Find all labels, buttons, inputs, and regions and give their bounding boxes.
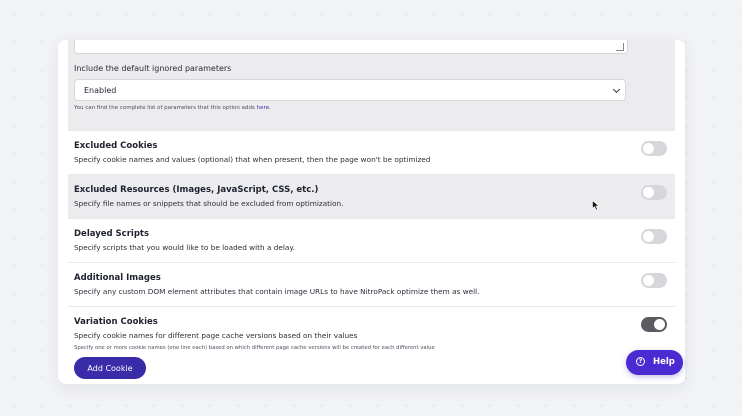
parameters-hint: You can find the complete list of parame… [74, 105, 271, 111]
setting-description: Specify any custom DOM element attribute… [74, 287, 480, 296]
setting-title: Excluded Cookies [74, 141, 158, 151]
parameters-here-link[interactable]: here [257, 105, 269, 111]
help-label: Help [653, 357, 675, 367]
additional-images-toggle[interactable] [641, 273, 667, 288]
setting-description: Specify cookie names for different page … [74, 331, 358, 340]
setting-row-additional-images: Additional Images Specify any custom DOM… [68, 262, 675, 307]
setting-row-excluded-resources: Excluded Resources (Images, JavaScript, … [68, 174, 675, 219]
toggle-knob [643, 143, 654, 154]
add-cookie-button[interactable]: Add Cookie [74, 357, 146, 379]
variation-cookies-note: Specify one or more cookie names (one li… [74, 345, 435, 351]
toggle-knob [643, 231, 654, 242]
toggle-knob [654, 319, 665, 330]
question-icon: ? [636, 357, 645, 366]
hint-text: You can find the complete list of parame… [74, 105, 257, 111]
ignored-parameters-select[interactable]: Enabled [74, 79, 626, 101]
settings-card: Include the default ignored parameters E… [58, 40, 685, 384]
ignored-parameters-label: Include the default ignored parameters [74, 64, 232, 73]
setting-row-excluded-cookies: Excluded Cookies Specify cookie names an… [68, 130, 675, 175]
toggle-knob [643, 275, 654, 286]
help-button[interactable]: ? Help [626, 350, 683, 375]
variation-cookies-toggle[interactable] [641, 317, 667, 332]
setting-title: Additional Images [74, 273, 161, 283]
setting-row-delayed-scripts: Delayed Scripts Specify scripts that you… [68, 218, 675, 263]
setting-title: Variation Cookies [74, 317, 158, 327]
chevron-down-icon [612, 85, 621, 94]
toggle-knob [643, 187, 654, 198]
setting-description: Specify cookie names and values (optiona… [74, 155, 431, 164]
setting-description: Specify scripts that you would like to b… [74, 243, 295, 252]
resize-handle-icon[interactable] [616, 43, 624, 51]
setting-title: Delayed Scripts [74, 229, 150, 239]
select-value: Enabled [84, 86, 117, 95]
hint-end: . [269, 105, 271, 111]
delayed-scripts-toggle[interactable] [641, 229, 667, 244]
setting-row-variation-cookies: Variation Cookies Specify cookie names f… [68, 306, 675, 384]
mouse-pointer-icon [592, 200, 600, 211]
excluded-resources-toggle[interactable] [641, 185, 667, 200]
excluded-cookies-toggle[interactable] [641, 141, 667, 156]
parameters-textarea[interactable] [74, 40, 628, 54]
ignored-parameters-section: Include the default ignored parameters E… [68, 40, 675, 130]
setting-title: Excluded Resources (Images, JavaScript, … [74, 185, 319, 195]
setting-description: Specify file names or snippets that shou… [74, 199, 344, 208]
